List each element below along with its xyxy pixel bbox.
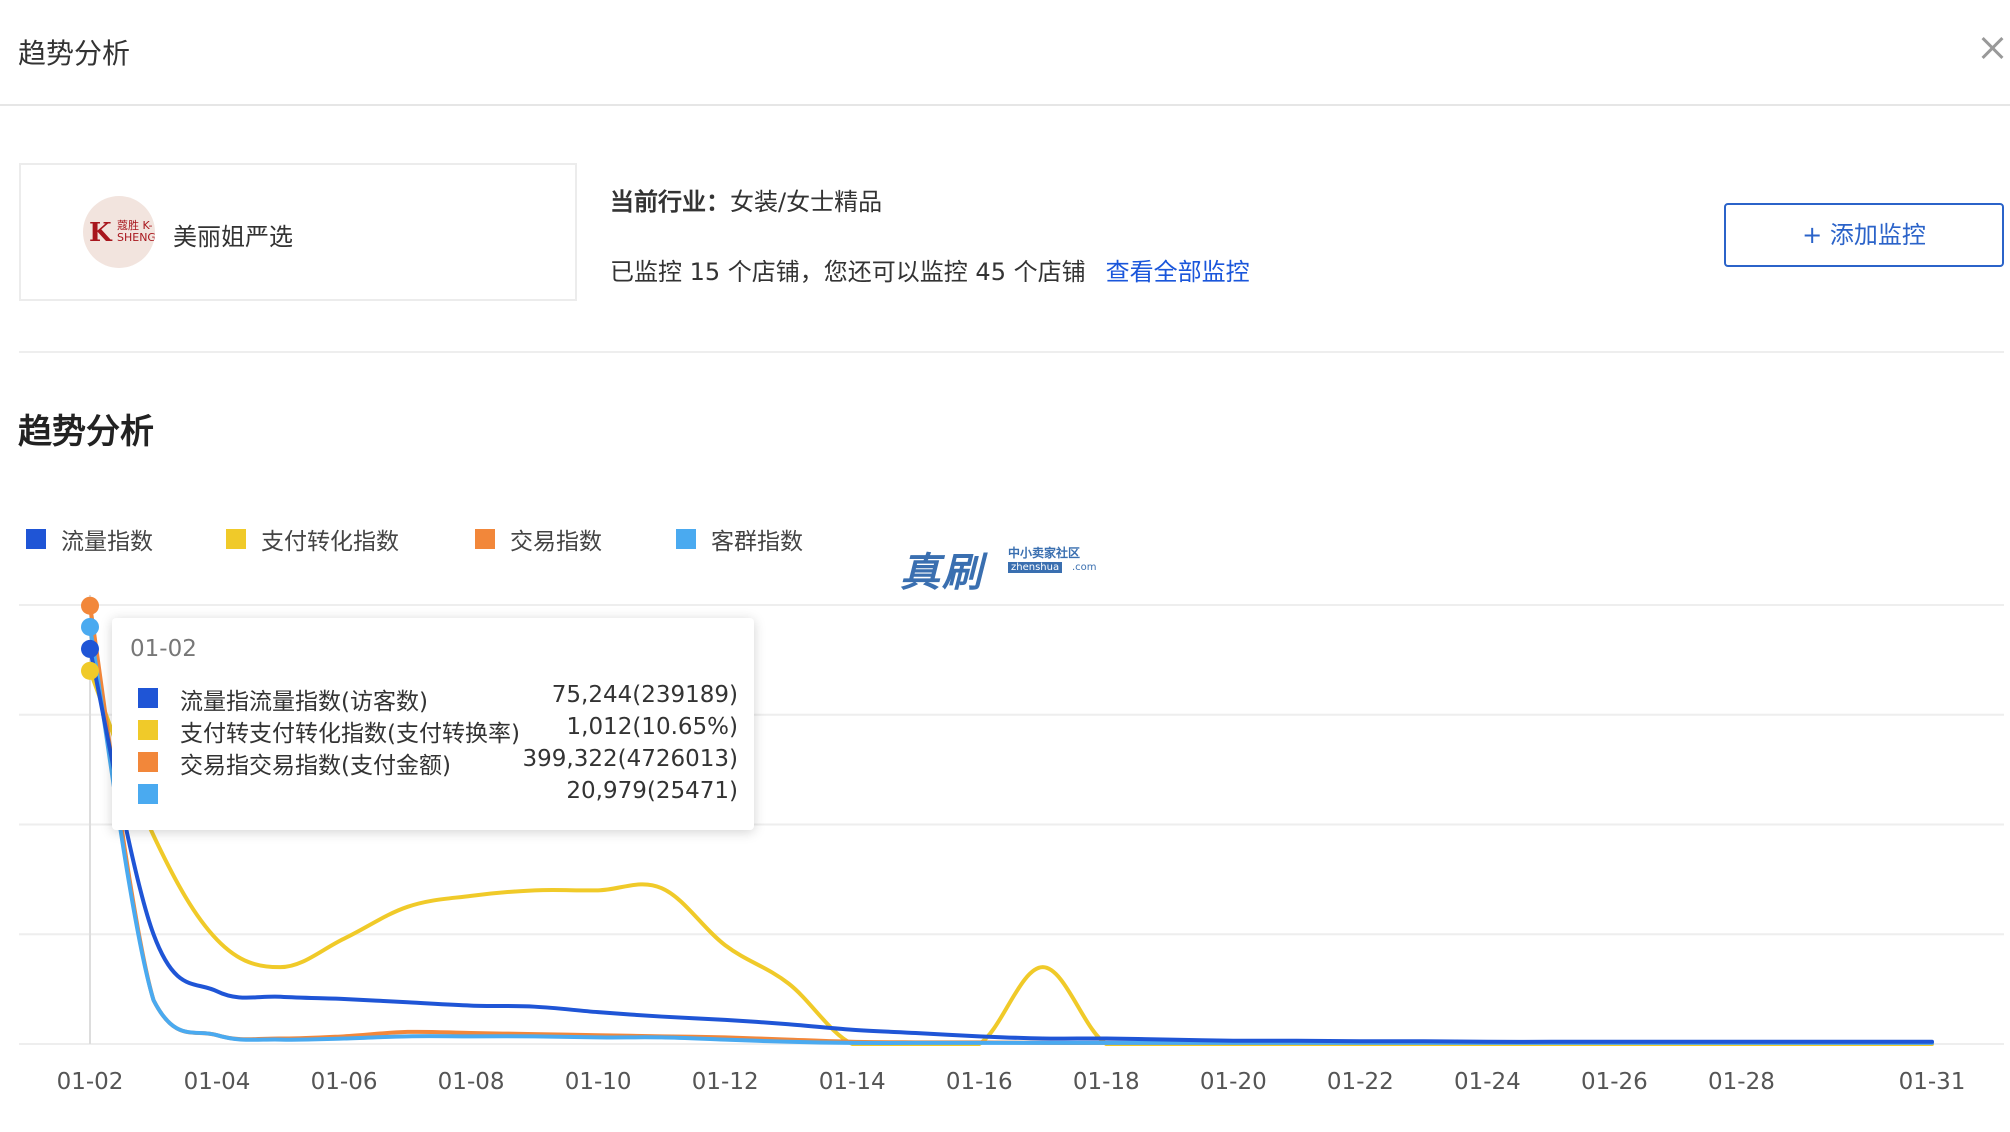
tooltip-label: 支付转支付转化指数(支付转换率) [180,721,520,747]
legend-label-payment: 支付转化指数 [261,529,399,555]
add-monitor-button[interactable]: + 添加监控 [1724,203,2004,267]
x-tick-label: 01-10 [565,1069,632,1095]
tooltip-swatch [138,784,158,804]
monitor-status: 已监控 15 个店铺，您还可以监控 45 个店铺 查看全部监控 [610,252,1250,287]
tooltip-value: 1,012(10.65%) [566,714,739,740]
legend-swatch-customer [676,529,696,549]
x-tick-label: 01-26 [1581,1069,1648,1095]
x-tick-label: 01-12 [692,1069,759,1095]
x-tick-label: 01-22 [1327,1069,1394,1095]
tooltip-swatch [138,752,158,772]
legend-item-traffic[interactable]: 流量指数 [26,522,153,556]
shop-card: K 蔻胜 K-SHENG 美丽姐严选 [19,163,577,301]
tooltip-label: 交易指交易指数(支付金额) [180,753,451,779]
shop-name: 美丽姐严选 [173,223,293,251]
x-tick-label: 01-20 [1200,1069,1267,1095]
tooltip-value: 75,244(239189) [551,682,738,708]
x-tick-label: 01-14 [819,1069,886,1095]
tooltip-row-payment: 支付转支付转化指数(支付转换率) 1,012(10.65%) [138,714,739,747]
view-all-monitors-link[interactable]: 查看全部监控 [1106,258,1250,286]
current-industry: 当前行业：女装/女士精品 [610,182,882,217]
tooltip-swatch [138,688,158,708]
industry-label: 当前行业： [610,188,730,216]
legend-item-customer[interactable]: 客群指数 [676,522,803,556]
legend-label-customer: 客群指数 [711,529,803,555]
tooltip-label: 流量指流量指数(访客数) [180,689,428,715]
chart-tooltip: 01-02 流量指流量指数(访客数) 75,244(239189) 支付转支付转… [112,618,754,830]
legend-swatch-payment [226,529,246,549]
shop-logo-text: 蔻胜 K-SHENG [117,219,155,244]
tooltip-row-traffic: 流量指流量指数(访客数) 75,244(239189) [138,682,738,715]
tooltip-date: 01-02 [130,636,197,662]
legend-item-trade[interactable]: 交易指数 [475,522,602,556]
monitor-count-text: 已监控 15 个店铺，您还可以监控 45 个店铺 [610,258,1086,286]
legend-label-trade: 交易指数 [510,529,602,555]
close-icon[interactable] [1978,34,2006,62]
shop-logo-mark: K [89,218,112,248]
tooltip-value: 20,979(25471) [566,778,738,804]
dialog-header: 趋势分析 [0,0,2010,106]
x-tick-label: 01-16 [946,1069,1013,1095]
data-point-traffic [81,639,99,658]
x-tick-label: 01-24 [1454,1069,1521,1095]
x-tick-label: 01-02 [57,1069,124,1095]
shop-logo: K 蔻胜 K-SHENG [83,196,155,268]
x-tick-label: 01-18 [1073,1069,1140,1095]
x-tick-label: 01-08 [438,1069,505,1095]
data-point-payment [81,661,99,680]
tooltip-swatch [138,720,158,740]
tooltip-row-trade: 交易指交易指数(支付金额) 399,322(4726013) [138,746,739,779]
dialog-title: 趋势分析 [18,37,131,70]
x-tick-label: 01-06 [311,1069,378,1095]
data-point-customer [81,617,99,636]
section-divider [19,351,2004,353]
legend-item-payment[interactable]: 支付转化指数 [226,522,399,556]
industry-value: 女装/女士精品 [730,188,883,216]
x-tick-label: 01-28 [1708,1069,1775,1095]
section-title: 趋势分析 [18,412,154,452]
x-tick-label: 01-04 [184,1069,251,1095]
x-tick-label: 01-31 [1899,1069,1966,1095]
tooltip-value: 399,322(4726013) [522,746,739,772]
legend-swatch-trade [475,529,495,549]
legend-swatch-traffic [26,529,46,549]
data-point-trade [81,596,99,615]
watermark-small: 中小卖家社区 [1008,546,1081,560]
legend-label-traffic: 流量指数 [61,529,153,555]
tooltip-row-customer: 20,979(25471) [138,778,738,808]
